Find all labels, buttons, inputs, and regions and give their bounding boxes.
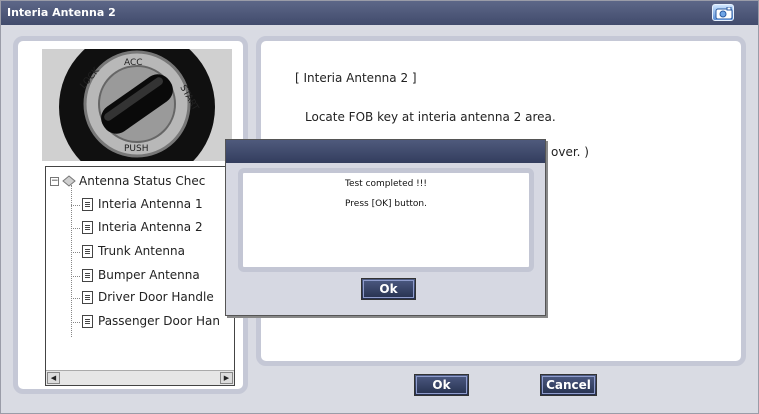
- title-bar: Interia Antenna 2: [1, 1, 758, 25]
- tree-item-label: Driver Door Handle: [98, 290, 214, 304]
- ring-text-push: PUSH: [124, 144, 149, 154]
- dialog-message-1: Test completed !!!: [344, 179, 428, 189]
- tree-item-label: Interia Antenna 1: [98, 197, 203, 211]
- test-complete-dialog: Test completed !!! Press [OK] button. Ok: [225, 139, 546, 316]
- scroll-left-icon[interactable]: ◀: [47, 372, 60, 384]
- horizontal-scrollbar[interactable]: ◀ ▶: [46, 370, 234, 385]
- dialog-title-bar: [226, 140, 545, 163]
- tree-item-label: Bumper Antenna: [98, 268, 200, 282]
- camera-icon[interactable]: [712, 4, 734, 21]
- document-icon: [82, 315, 93, 328]
- instruction-line-2-partial: over. ): [551, 145, 589, 159]
- tree-item-label: Passenger Door Han: [98, 314, 220, 328]
- ignition-switch-photo: LOCK ACC START PUSH: [42, 49, 232, 161]
- dialog-message-area: Test completed !!! Press [OK] button.: [238, 168, 534, 272]
- document-icon: [82, 269, 93, 282]
- main-window: Interia Antenna 2 LOCK ACC START PUSH − …: [0, 0, 759, 414]
- antenna-tree: − Antenna Status Chec Interia Antenna 1 …: [45, 166, 235, 386]
- cancel-button[interactable]: Cancel: [540, 374, 597, 396]
- document-icon: [82, 245, 93, 258]
- tree-item-label: Interia Antenna 2: [98, 220, 203, 234]
- collapse-icon[interactable]: −: [50, 177, 59, 186]
- instruction-heading: [ Interia Antenna 2 ]: [295, 71, 417, 85]
- ok-button[interactable]: Ok: [414, 374, 469, 396]
- dialog-ok-button[interactable]: Ok: [361, 278, 416, 300]
- instruction-line-1: Locate FOB key at interia antenna 2 area…: [305, 110, 556, 124]
- scroll-right-icon[interactable]: ▶: [220, 372, 233, 384]
- tree-root-label: Antenna Status Chec: [79, 174, 206, 188]
- document-icon: [82, 221, 93, 234]
- tree-item-label: Trunk Antenna: [98, 244, 185, 258]
- dialog-message-2: Press [OK] button.: [345, 199, 427, 209]
- document-icon: [82, 291, 93, 304]
- ring-text-acc: ACC: [124, 58, 143, 68]
- folder-diamond-icon: [62, 175, 76, 187]
- window-title: Interia Antenna 2: [7, 6, 116, 19]
- left-panel: LOCK ACC START PUSH − Antenna Status Che…: [13, 36, 248, 394]
- document-icon: [82, 198, 93, 211]
